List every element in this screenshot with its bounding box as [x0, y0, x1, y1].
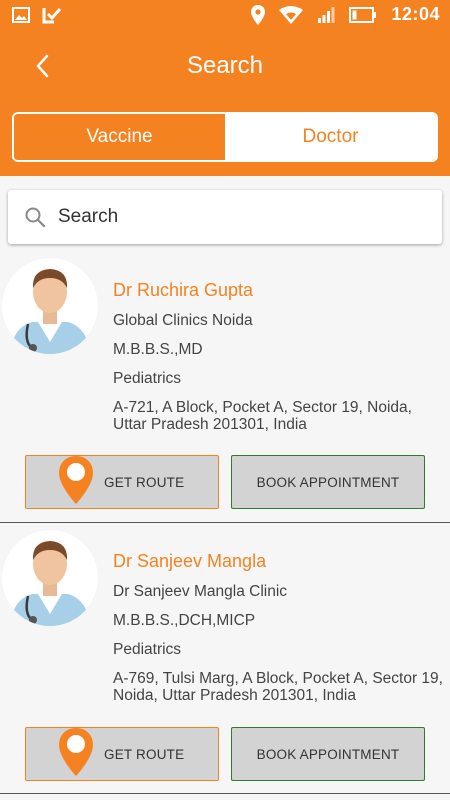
signal-icon: [318, 6, 335, 23]
wifi-icon: [279, 5, 304, 24]
search-icon: [25, 207, 46, 228]
get-route-button[interactable]: GET ROUTE: [25, 455, 219, 509]
doctor-qualification: M.B.B.S.,DCH,MICP: [113, 612, 256, 629]
app-bar: Search: [0, 32, 450, 102]
doctor-name[interactable]: Dr Ruchira Gupta: [113, 280, 253, 301]
status-time: 12:04: [391, 4, 440, 24]
doctor-avatar: [2, 258, 98, 354]
doctor-clinic: Dr Sanjeev Mangla Clinic: [113, 583, 288, 600]
get-route-button[interactable]: GET ROUTE: [25, 727, 219, 781]
segmented-control: Vaccine Doctor: [12, 112, 438, 162]
doctor-specialty: Pediatrics: [113, 370, 182, 387]
doctor-address-line-2: Noida, Uttar Pradesh 201301, India: [113, 687, 356, 704]
search-input[interactable]: [58, 206, 418, 228]
book-appointment-button[interactable]: BOOK APPOINTMENT: [231, 455, 425, 509]
doctor-address-line-2: Uttar Pradesh 201301, India: [113, 416, 307, 433]
battery-icon: [349, 6, 377, 23]
image-icon: [12, 7, 30, 23]
doctor-avatar: [2, 530, 98, 626]
page-title: Search: [186, 52, 264, 79]
map-pin-icon: [59, 456, 93, 504]
map-pin-icon: [59, 728, 93, 776]
book-appointment-button[interactable]: BOOK APPOINTMENT: [231, 727, 425, 781]
doctor-clinic: Global Clinics Noida: [113, 312, 253, 329]
doctor-specialty: Pediatrics: [113, 641, 182, 658]
doctor-qualification: M.B.B.S.,MD: [113, 341, 203, 358]
card-divider: [0, 522, 450, 523]
search-box: [8, 190, 442, 244]
card-divider: [0, 793, 450, 794]
get-route-label: GET ROUTE: [104, 475, 185, 490]
doctor-name[interactable]: Dr Sanjeev Mangla: [113, 551, 266, 572]
tab-doctor[interactable]: Doctor: [225, 114, 436, 160]
download-check-icon: [42, 8, 62, 24]
status-bar: 12:04: [0, 0, 450, 32]
location-pin-icon: [251, 4, 266, 25]
tab-strip: Vaccine Doctor: [0, 102, 450, 176]
tab-vaccine[interactable]: Vaccine: [14, 114, 225, 160]
get-route-label: GET ROUTE: [104, 747, 185, 762]
